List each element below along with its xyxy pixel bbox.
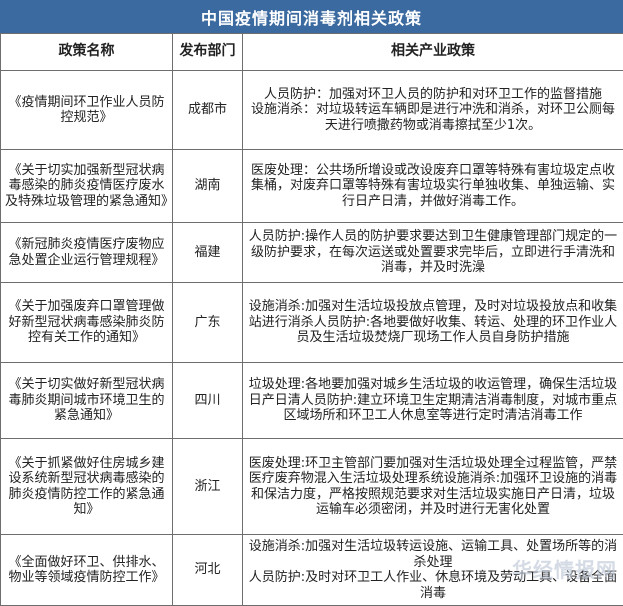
policy-name-cell: 《关于切实做好新型冠状病毒肺炎期间城市环境卫生的紧急通知》 [1,363,173,439]
table-title: 中国疫情期间消毒剂相关政策 [0,0,623,33]
region-cell: 广东 [173,283,243,363]
policy-name-cell: 《关于抓紧做好住房城乡建设系统新型冠状病毒感染的肺炎疫情防控工作的紧急通知》 [1,439,173,535]
policy-detail-cell: 人员防护:操作人员的防护要求要达到卫生健康管理部门规定的一级防护要求，在每次运送… [243,223,623,283]
page: 中国疫情期间消毒剂相关政策 政策名称 发布部门 相关产业政策 《疫情期间环卫作业… [0,0,623,605]
table-row: 《关于加强废弃口罩管理做好新型冠状病毒感染肺炎防控有关工作的通知》 广东 设施消… [1,283,623,363]
policy-table: 政策名称 发布部门 相关产业政策 《疫情期间环卫作业人员防控规范》 成都市 人员… [0,33,623,606]
header-related-policy: 相关产业政策 [243,34,623,71]
policy-detail-cell: 设施消杀:加强对生活垃圾投放点管理，及时对垃圾投放点和收集站进行消杀人员防护:各… [243,283,623,363]
policy-detail-cell: 医废处理：公共场所增设或改设废弃口罩等特殊有害垃圾定点收集桶，对废弃口罩等特殊有… [243,150,623,223]
table-header-row: 政策名称 发布部门 相关产业政策 [1,34,623,71]
policy-detail-cell: 垃圾处理:各地要加强对城乡生活垃圾的收运管理，确保生活垃圾日产日清人员防护:建立… [243,363,623,439]
policy-name-cell: 《新冠肺炎疫情医疗废物应急处置企业运行管理规程》 [1,223,173,283]
policy-name-cell: 《关于加强废弃口罩管理做好新型冠状病毒感染肺炎防控有关工作的通知》 [1,283,173,363]
table-row: 《关于抓紧做好住房城乡建设系统新型冠状病毒感染的肺炎疫情防控工作的紧急通知》 浙… [1,439,623,535]
table-row: 《疫情期间环卫作业人员防控规范》 成都市 人员防护：加强对环卫人员的防护和对环卫… [1,71,623,150]
table-row: 《关于切实做好新型冠状病毒肺炎期间城市环境卫生的紧急通知》 四川 垃圾处理:各地… [1,363,623,439]
table-row: 《关于切实加强新型冠状病毒感染的肺炎疫情医疗废水及特殊垃圾管理的紧急通知》 湖南… [1,150,623,223]
policy-name-cell: 《关于切实加强新型冠状病毒感染的肺炎疫情医疗废水及特殊垃圾管理的紧急通知》 [1,150,173,223]
region-cell: 湖南 [173,150,243,223]
policy-name-cell: 《疫情期间环卫作业人员防控规范》 [1,71,173,150]
region-cell: 浙江 [173,439,243,535]
policy-detail-cell: 人员防护：加强对环卫人员的防护和对环卫工作的监督措施 设施消杀：对垃圾转运车辆即… [243,71,623,150]
watermark-logo: 华经情报网 [512,554,617,583]
region-cell: 河北 [173,535,243,606]
region-cell: 福建 [173,223,243,283]
table-row: 《新冠肺炎疫情医疗废物应急处置企业运行管理规程》 福建 人员防护:操作人员的防护… [1,223,623,283]
region-cell: 四川 [173,363,243,439]
header-policy-name: 政策名称 [1,34,173,71]
policy-detail-cell: 医废处理:环卫主管部门要加强对生活垃圾处理全过程监管，严禁医疗废弃物混入生活垃圾… [243,439,623,535]
header-region: 发布部门 [173,34,243,71]
region-cell: 成都市 [173,71,243,150]
policy-name-cell: 《全面做好环卫、供排水、物业等领域疫情防控工作》 [1,535,173,606]
